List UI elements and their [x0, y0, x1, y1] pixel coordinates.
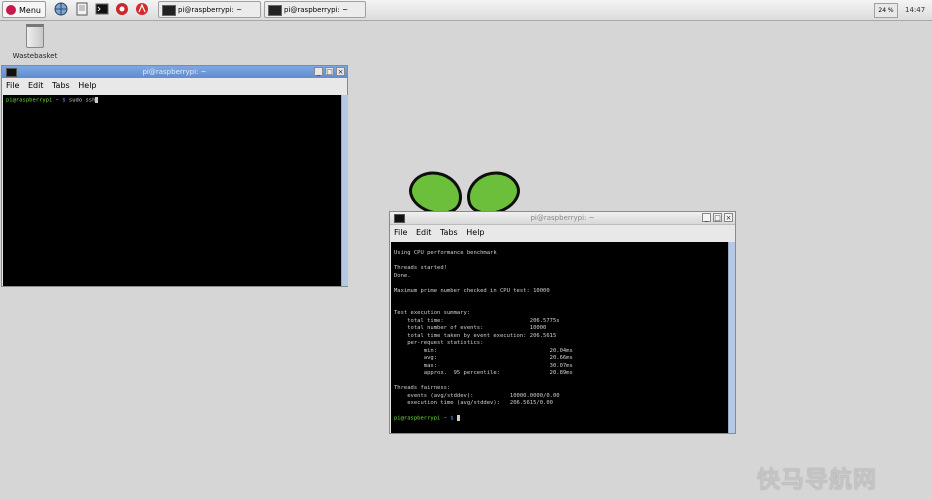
prompt-user: pi@raspberrypi	[6, 97, 53, 104]
terminal-line: ​	[394, 295, 725, 303]
terminal-line: Test execution summary:	[394, 310, 471, 316]
terminal-line: total time taken by event execution: 206…	[394, 332, 557, 339]
prompt-path: ~ $	[52, 97, 66, 104]
terminal-area[interactable]: Using CPU performance benchmark​Threads …	[391, 242, 728, 433]
scrollbar[interactable]	[341, 95, 348, 286]
maximize-button[interactable]: □	[713, 213, 722, 222]
close-button[interactable]: ×	[336, 67, 345, 76]
terminal-line: events (avg/stddev): 10000.0000/0.00	[394, 392, 560, 399]
window-title: pi@raspberrypi: ~	[530, 214, 595, 222]
terminal-line: total number of events: 10000	[394, 325, 547, 331]
menu-tabs[interactable]: Tabs	[52, 81, 70, 90]
terminal-line: per-request statistics:	[394, 340, 484, 346]
text-cursor	[95, 97, 99, 103]
clock[interactable]: 14:47	[905, 0, 925, 20]
file-manager-icon[interactable]	[75, 2, 89, 16]
taskbar-item-terminal-2[interactable]: pi@raspberrypi: ~	[264, 1, 366, 18]
terminal-line: Using CPU performance benchmark	[394, 250, 497, 256]
command-text: sudo ssh	[65, 97, 96, 104]
close-button[interactable]: ×	[724, 213, 733, 222]
terminal-line: avg: 20.66ms	[394, 355, 573, 361]
terminal-launcher-icon[interactable]	[95, 2, 109, 16]
maximize-button[interactable]: □	[325, 67, 334, 76]
raspberry-icon	[6, 5, 16, 15]
menu-bar: File Edit Tabs Help	[2, 80, 347, 92]
terminal-icon	[268, 5, 282, 16]
menu-file[interactable]: File	[394, 228, 407, 237]
cpu-usage-monitor[interactable]: 24 %	[874, 3, 898, 18]
taskbar-label: pi@raspberrypi: ~	[284, 6, 349, 14]
menu-edit[interactable]: Edit	[416, 228, 432, 237]
web-browser-icon[interactable]	[54, 2, 68, 16]
terminal-line: Threads fairness:	[394, 385, 451, 391]
minimize-button[interactable]: _	[702, 213, 711, 222]
math-kernel-icon[interactable]	[115, 2, 129, 16]
text-cursor	[456, 415, 460, 421]
wolfram-icon[interactable]	[135, 2, 149, 16]
menu-bar: File Edit Tabs Help	[390, 227, 735, 239]
terminal-window-1[interactable]: pi@raspberrypi: ~ _ □ × File Edit Tabs H…	[1, 65, 348, 287]
top-panel: Menu pi@raspberrypi: ~ pi@raspberrypi: ~…	[0, 0, 932, 21]
terminal-line: execution time (avg/stddev): 206.5615/0.…	[394, 400, 553, 406]
prompt-path: ~ $	[440, 415, 454, 422]
prompt-user: pi@raspberrypi	[394, 415, 441, 422]
terminal-line: max: 30.07ms	[394, 362, 573, 369]
wastebasket-desktop-icon[interactable]: Wastebasket	[10, 24, 60, 60]
menu-help[interactable]: Help	[78, 81, 96, 90]
terminal-line: ​	[394, 378, 725, 386]
menu-file[interactable]: File	[6, 81, 19, 90]
terminal-output: Using CPU performance benchmark​Threads …	[394, 250, 725, 415]
trash-icon	[26, 24, 44, 48]
terminal-window-2[interactable]: pi@raspberrypi: ~ _ □ × File Edit Tabs H…	[389, 211, 736, 434]
wastebasket-label: Wastebasket	[12, 52, 58, 60]
title-bar[interactable]: pi@raspberrypi: ~ _ □ ×	[2, 66, 347, 78]
terminal-line: total time: 206.5775s	[394, 317, 560, 324]
taskbar-item-terminal-1[interactable]: pi@raspberrypi: ~	[158, 1, 261, 18]
minimize-button[interactable]: _	[314, 67, 323, 76]
terminal-line: ​	[394, 258, 725, 266]
terminal-line: Done.	[394, 272, 411, 279]
terminal-line: Threads started!	[394, 265, 447, 271]
terminal-line: ​	[394, 303, 725, 311]
menu-label: Menu	[19, 6, 41, 15]
terminal-line: approx. 95 percentile: 20.89ms	[394, 370, 573, 376]
menu-button[interactable]: Menu	[2, 1, 46, 18]
terminal-line: ​	[394, 408, 725, 416]
window-title: pi@raspberrypi: ~	[142, 68, 207, 76]
terminal-area[interactable]: pi@raspberrypi ~ $ sudo ssh	[3, 95, 341, 286]
taskbar-label: pi@raspberrypi: ~	[178, 6, 243, 14]
title-bar[interactable]: pi@raspberrypi: ~ _ □ ×	[390, 212, 735, 225]
scrollbar[interactable]	[728, 242, 735, 433]
terminal-icon	[162, 5, 176, 16]
watermark: 快马导航网	[757, 467, 877, 493]
menu-help[interactable]: Help	[466, 228, 484, 237]
terminal-line: min: 20.04ms	[394, 347, 573, 354]
terminal-line: ​	[394, 280, 725, 288]
menu-tabs[interactable]: Tabs	[440, 228, 458, 237]
menu-edit[interactable]: Edit	[28, 81, 44, 90]
terminal-line: Maximum prime number checked in CPU test…	[394, 287, 550, 294]
